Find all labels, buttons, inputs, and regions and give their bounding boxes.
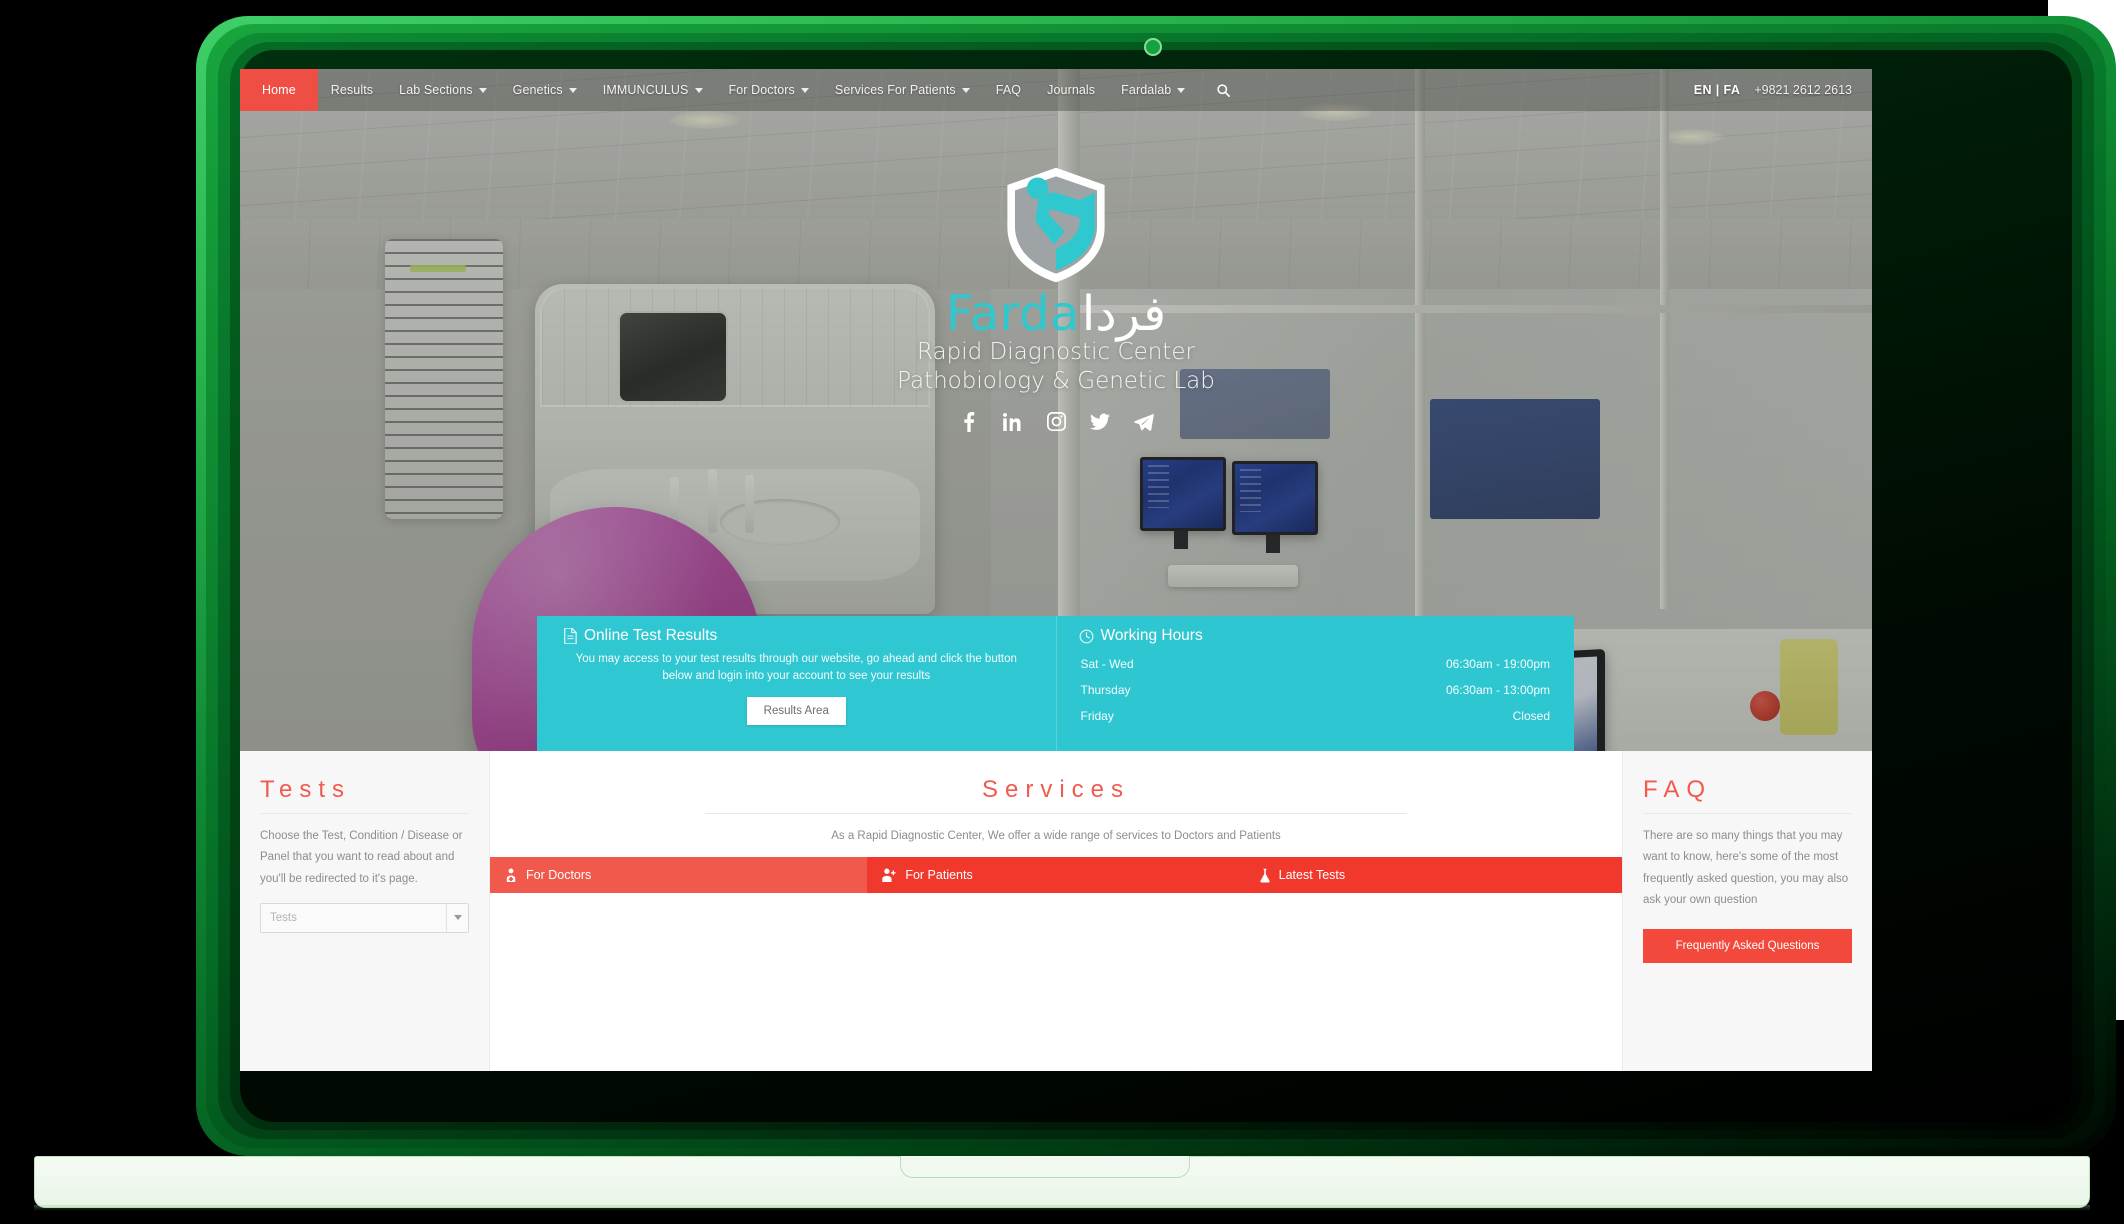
tab-label: For Doctors (526, 868, 592, 882)
facebook-icon[interactable] (957, 411, 979, 433)
bottom-panels: Tests Choose the Test, Condition / Disea… (240, 751, 1872, 1071)
language-switcher[interactable]: EN | FA (1694, 83, 1741, 97)
online-test-results-card: Online Test Results You may access to yo… (537, 616, 1056, 751)
doctor-icon (506, 868, 516, 882)
tests-select[interactable]: Tests (260, 902, 469, 933)
nav-item-results[interactable]: Results (318, 69, 386, 111)
chevron-down-icon (568, 87, 577, 93)
laptop-mockup: Home Results Lab Sections Genetics IMMUN… (196, 16, 2116, 1156)
tab-for-patients[interactable]: For Patients (867, 857, 1245, 893)
nav-item-fardalab[interactable]: Fardalab (1108, 69, 1198, 111)
working-hours-card: Working Hours Sat - Wed 06:30am - 19:00p… (1055, 616, 1574, 751)
hours-days: Friday (1080, 709, 1114, 723)
faq-title: FAQ (1643, 776, 1713, 803)
nav-item-journals[interactable]: Journals (1034, 69, 1108, 111)
nav-label: Services For Patients (834, 83, 956, 97)
nav-item-home[interactable]: Home (240, 69, 318, 111)
chevron-down-icon (694, 87, 703, 93)
tests-body: Choose the Test, Condition / Disease or … (260, 830, 463, 885)
nav-label: For Doctors (728, 83, 795, 97)
webcam-icon (1144, 38, 1162, 56)
brand-wordmark: Farda فردا (240, 290, 1872, 338)
chevron-down-icon[interactable] (446, 903, 468, 932)
hours-days: Sat - Wed (1080, 657, 1134, 671)
social-links[interactable] (240, 411, 1872, 433)
composition-canvas: Home Results Lab Sections Genetics IMMUN… (0, 0, 2124, 1224)
brand-name-en: Farda (945, 286, 1080, 342)
browser-viewport: Home Results Lab Sections Genetics IMMUN… (240, 69, 1872, 1071)
faq-panel: FAQ There are so many things that you ma… (1622, 751, 1872, 1071)
hours-time: Closed (1512, 709, 1550, 723)
nav-label: IMMUNCULUS (602, 83, 689, 97)
laptop-trackpad-notch (900, 1156, 1190, 1178)
farda-shield-logo-icon (1007, 167, 1105, 283)
nav-label: Home (262, 83, 296, 97)
hours-days: Thursday (1080, 683, 1131, 697)
instagram-icon[interactable] (1045, 411, 1067, 433)
document-icon (564, 628, 577, 644)
clock-icon (1079, 629, 1093, 643)
tab-latest-tests[interactable]: Latest Tests (1244, 857, 1622, 893)
services-tabs[interactable]: For Doctors For Patients Latest Tests (490, 857, 1622, 893)
online-results-title-row: Online Test Results (563, 627, 1030, 645)
laptop-base-shadow (34, 1205, 2090, 1211)
nav-label: FAQ (995, 83, 1022, 97)
nav-label: Results (330, 83, 374, 97)
brand-name-fa: فردا (1081, 286, 1167, 342)
nav-item-genetics[interactable]: Genetics (500, 69, 590, 111)
results-area-button[interactable]: Results Area (746, 696, 846, 725)
flask-icon (1260, 868, 1270, 882)
nav-label: Fardalab (1121, 83, 1172, 97)
tab-for-doctors[interactable]: For Doctors (490, 857, 868, 893)
services-panel: Services As a Rapid Diagnostic Center, W… (490, 751, 1622, 1071)
faq-button[interactable]: Frequently Asked Questions (1643, 929, 1852, 964)
divider (705, 813, 1407, 814)
chevron-down-icon (1177, 87, 1186, 93)
chevron-down-icon (961, 87, 970, 93)
search-icon[interactable] (1198, 69, 1249, 111)
nav-item-faq[interactable]: FAQ (983, 69, 1034, 111)
chevron-down-icon (800, 87, 809, 93)
nav-label: Genetics (512, 83, 563, 97)
linkedin-icon[interactable] (1001, 411, 1023, 433)
nav-label: Journals (1047, 83, 1096, 97)
online-results-body: You may access to your test results thro… (575, 653, 1017, 683)
tests-panel: Tests Choose the Test, Condition / Disea… (240, 751, 490, 1071)
divider (1643, 813, 1852, 814)
online-results-title: Online Test Results (584, 627, 718, 644)
nav-item-immunculus[interactable]: IMMUNCULUS (590, 69, 716, 111)
chevron-down-icon (478, 87, 487, 93)
user-plus-icon (882, 868, 897, 882)
nav-utility-group: EN | FA +9821 2612 2613 (1694, 69, 1872, 111)
tests-select-value: Tests (270, 911, 297, 924)
tests-title: Tests (260, 776, 352, 803)
twitter-icon[interactable] (1089, 411, 1111, 433)
telegram-icon[interactable] (1133, 411, 1155, 433)
hours-row: Thursday 06:30am - 13:00pm (1079, 677, 1553, 703)
main-navigation[interactable]: Home Results Lab Sections Genetics IMMUN… (240, 69, 1872, 111)
tagline-line-2: Pathobiology & Genetic Lab (897, 368, 1215, 395)
hero-content: Farda فردا Rapid Diagnostic Center Patho… (240, 164, 1872, 433)
working-hours-title: Working Hours (1100, 627, 1203, 644)
nav-item-lab-sections[interactable]: Lab Sections (386, 69, 499, 111)
tab-label: For Patients (905, 868, 973, 882)
hours-time: 06:30am - 13:00pm (1445, 683, 1550, 697)
faq-body: There are so many things that you may wa… (1643, 830, 1849, 906)
working-hours-title-row: Working Hours (1079, 627, 1553, 645)
phone-number: +9821 2612 2613 (1754, 83, 1852, 97)
tab-label: Latest Tests (1278, 868, 1346, 882)
hours-time: 06:30am - 19:00pm (1445, 657, 1550, 671)
nav-item-services-for-patients[interactable]: Services For Patients (822, 69, 983, 111)
hours-row: Friday Closed (1079, 703, 1553, 729)
nav-label: Lab Sections (399, 83, 473, 97)
nav-item-for-doctors[interactable]: For Doctors (716, 69, 822, 111)
hours-row: Sat - Wed 06:30am - 19:00pm (1079, 651, 1553, 677)
tagline-line-1: Rapid Diagnostic Center (917, 339, 1195, 365)
services-body: As a Rapid Diagnostic Center, We offer a… (831, 830, 1281, 842)
divider (260, 813, 469, 814)
services-title: Services (981, 776, 1131, 803)
info-strip: Online Test Results You may access to yo… (537, 616, 1574, 751)
